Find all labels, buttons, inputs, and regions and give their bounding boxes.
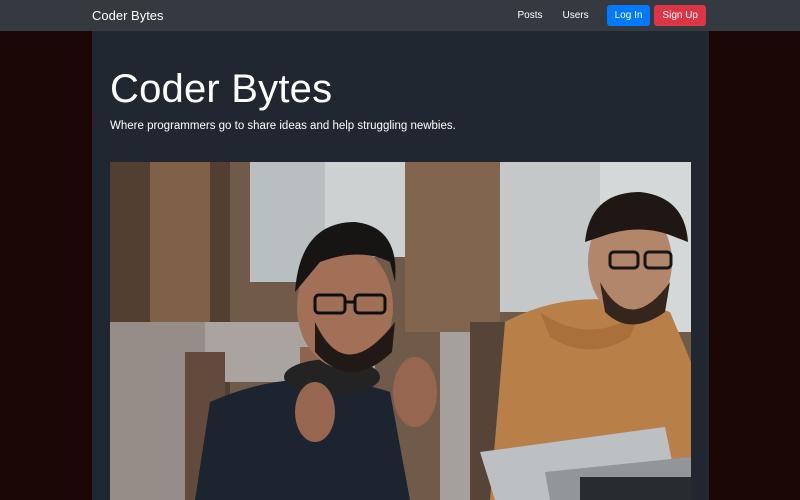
page-title: Coder Bytes — [110, 67, 333, 111]
hero-photo-illustration — [110, 162, 691, 500]
page-subtitle: Where programmers go to share ideas and … — [110, 120, 456, 132]
nav-right-group: Posts Users Log In Sign Up — [507, 0, 706, 31]
nav-link-users[interactable]: Users — [552, 0, 598, 31]
top-navbar: Coder Bytes Posts Users Log In Sign Up — [0, 0, 800, 31]
hero-photo — [110, 162, 691, 500]
hero-container: Coder Bytes Where programmers go to shar… — [92, 31, 709, 500]
login-button[interactable]: Log In — [606, 5, 651, 26]
nav-link-posts[interactable]: Posts — [507, 0, 552, 31]
signup-button[interactable]: Sign Up — [654, 5, 706, 26]
brand-link[interactable]: Coder Bytes — [92, 0, 164, 31]
